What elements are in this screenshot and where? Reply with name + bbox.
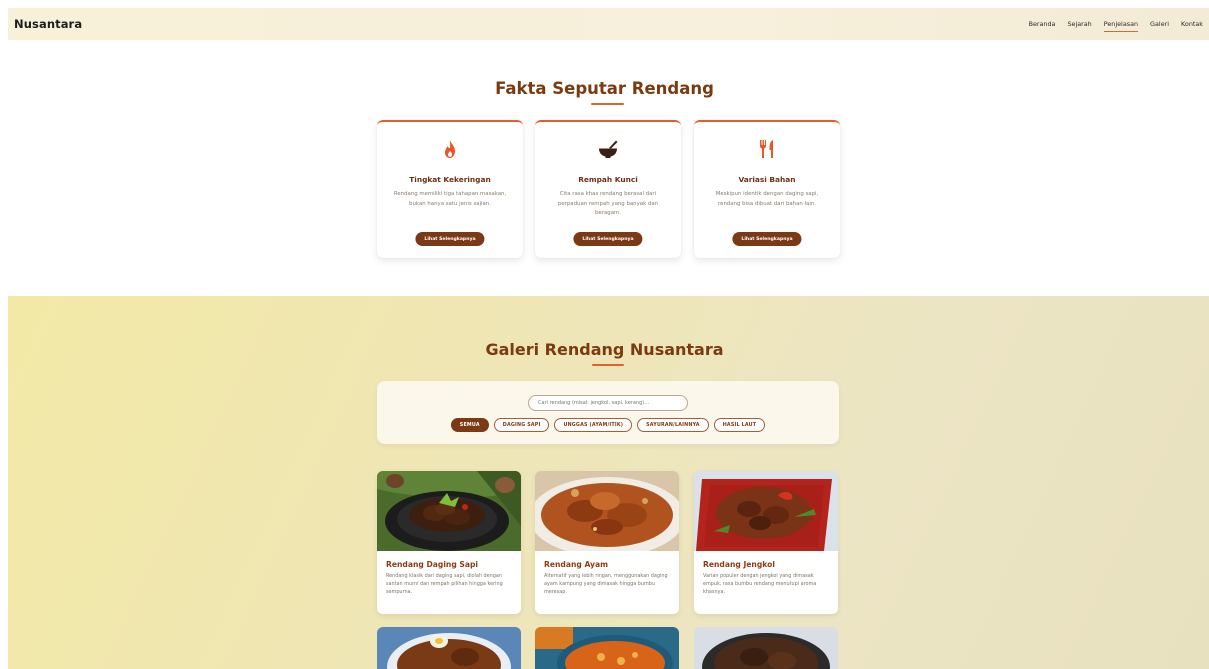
nav-link-beranda[interactable]: Beranda — [1029, 18, 1056, 30]
rendang-daging-sapi-image — [377, 471, 521, 551]
brand-logo[interactable]: Nusantara — [14, 17, 82, 31]
gallery-card-desc: Alternatif yang lebih ringan, menggunaka… — [544, 573, 668, 595]
gallery-card-desc: Varian populer dengan jengkol yang dimas… — [703, 573, 817, 595]
filter-chip-sayuran[interactable]: SAYURAN/LAINNYA — [637, 418, 709, 432]
mortar-pestle-icon — [535, 139, 681, 159]
nav-link-penjelasan[interactable]: Penjelasan — [1103, 18, 1139, 32]
filter-chips: SEMUA DAGING SAPI UNGGAS (AYAM/ITIK) SAY… — [377, 418, 839, 432]
galeri-title-underline — [592, 364, 624, 366]
rendang-ayam-image — [535, 471, 679, 551]
fact-card-title: Tingkat Kekeringan — [409, 175, 491, 184]
fact-card-title: Variasi Bahan — [738, 175, 796, 184]
search-input[interactable] — [528, 395, 688, 411]
filter-chip-unggas[interactable]: UNGGAS (AYAM/ITIK) — [554, 418, 633, 432]
gallery-card-title: Rendang Ayam — [544, 560, 609, 569]
utensils-icon — [694, 139, 840, 159]
lihat-selengkapnya-button[interactable]: Lihat Selengkapnya — [415, 232, 485, 246]
gallery-card-rendang-jengkol[interactable]: Rendang Jengkol Varian populer dengan je… — [694, 471, 838, 614]
fakta-section-title: Fakta Seputar Rendang — [495, 79, 714, 98]
galeri-section-title: Galeri Rendang Nusantara — [485, 340, 724, 359]
filter-chip-semua[interactable]: SEMUA — [450, 418, 489, 432]
fact-card-kekeringan: Tingkat Kekeringan Rendang memiliki tiga… — [377, 120, 523, 258]
filter-panel: SEMUA DAGING SAPI UNGGAS (AYAM/ITIK) SAY… — [377, 381, 839, 444]
fact-card-title: Rempah Kunci — [578, 175, 638, 184]
fact-card-variasi: Variasi Bahan Meskipun identik dengan da… — [694, 120, 840, 258]
gallery-card-rendang-ayam[interactable]: Rendang Ayam Alternatif yang lebih ringa… — [535, 471, 679, 614]
gallery-card-rendang-daging-sapi[interactable]: Rendang Daging Sapi Rendang klasik dari … — [377, 471, 521, 614]
nav-link-galeri[interactable]: Galeri — [1150, 18, 1169, 30]
filter-chip-hasil-laut[interactable]: HASIL LAUT — [713, 418, 766, 432]
fact-card-desc: Meskipun identik dengan daging sapi, ren… — [715, 191, 819, 207]
filter-chip-daging-sapi[interactable]: DAGING SAPI — [493, 418, 550, 432]
gallery-card-partial-3[interactable] — [694, 627, 838, 669]
lihat-selengkapnya-button[interactable]: Lihat Selengkapnya — [732, 232, 802, 246]
gallery-card-desc: Rendang klasik dari daging sapi, diolah … — [386, 573, 503, 595]
nav-link-kontak[interactable]: Kontak — [1181, 18, 1203, 30]
gallery-card-title: Rendang Jengkol — [703, 560, 775, 569]
gallery-card-partial-1[interactable] — [377, 627, 521, 669]
gallery-card-title: Rendang Daging Sapi — [386, 560, 479, 569]
fire-icon — [377, 139, 523, 159]
lihat-selengkapnya-button[interactable]: Lihat Selengkapnya — [573, 232, 643, 246]
rendang-jengkol-image — [694, 471, 838, 551]
nav-links: Beranda Sejarah Penjelasan Galeri Kontak — [1029, 18, 1203, 32]
nav-link-sejarah[interactable]: Sejarah — [1067, 18, 1091, 30]
fact-card-rempah: Rempah Kunci Cita rasa khas rendang bera… — [535, 120, 681, 258]
gallery-card-partial-2[interactable] — [535, 627, 679, 669]
fact-card-desc: Cita rasa khas rendang berasal dari perp… — [557, 191, 659, 217]
fakta-title-underline — [591, 103, 624, 105]
navbar: Nusantara Beranda Sejarah Penjelasan Gal… — [8, 8, 1209, 40]
fact-card-desc: Rendang memiliki tiga tahapan masakan, b… — [393, 191, 507, 207]
